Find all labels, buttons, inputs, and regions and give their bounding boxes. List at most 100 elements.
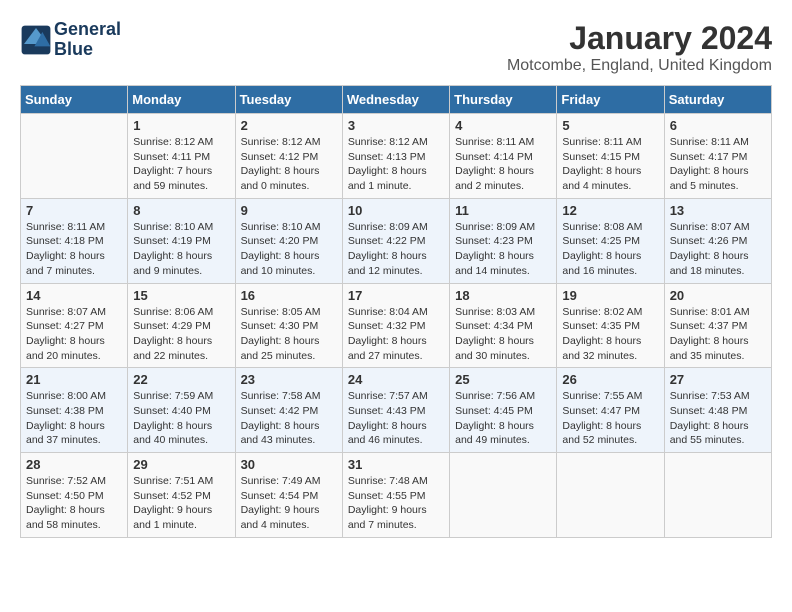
day-number: 13 — [670, 203, 766, 218]
day-info: Sunrise: 8:05 AM Sunset: 4:30 PM Dayligh… — [241, 305, 337, 364]
day-number: 31 — [348, 457, 444, 472]
calendar-cell: 21 Sunrise: 8:00 AM Sunset: 4:38 PM Dayli… — [21, 368, 128, 453]
day-info: Sunrise: 8:12 AM Sunset: 4:12 PM Dayligh… — [241, 135, 337, 194]
day-info: Sunrise: 8:11 AM Sunset: 4:17 PM Dayligh… — [670, 135, 766, 194]
calendar-cell: 3 Sunrise: 8:12 AM Sunset: 4:13 PM Daylig… — [342, 114, 449, 199]
day-number: 6 — [670, 118, 766, 133]
calendar-cell: 19Sunrise: 8:02 AM Sunset: 4:35 PM Dayli… — [557, 283, 664, 368]
calendar-cell: 31 Sunrise: 7:48 AM Sunset: 4:55 PM Dayli… — [342, 453, 449, 538]
calendar-cell: 6 Sunrise: 8:11 AM Sunset: 4:17 PM Daylig… — [664, 114, 771, 199]
day-number: 27 — [670, 372, 766, 387]
day-header-friday: Friday — [557, 86, 664, 114]
day-info: Sunrise: 8:12 AM Sunset: 4:11 PM Dayligh… — [133, 135, 229, 194]
calendar-cell: 9 Sunrise: 8:10 AM Sunset: 4:20 PM Daylig… — [235, 198, 342, 283]
day-header-sunday: Sunday — [21, 86, 128, 114]
day-info: Sunrise: 7:57 AM Sunset: 4:43 PM Dayligh… — [348, 389, 444, 448]
calendar-week-row: 28 Sunrise: 7:52 AM Sunset: 4:50 PM Dayli… — [21, 453, 772, 538]
calendar-cell — [664, 453, 771, 538]
day-number: 24 — [348, 372, 444, 387]
day-number: 7 — [26, 203, 122, 218]
day-number: 9 — [241, 203, 337, 218]
calendar-cell: 17 Sunrise: 8:04 AM Sunset: 4:32 PM Dayli… — [342, 283, 449, 368]
calendar-cell — [557, 453, 664, 538]
day-number: 5 — [562, 118, 658, 133]
calendar-table: SundayMondayTuesdayWednesdayThursdayFrid… — [20, 85, 772, 538]
calendar-cell — [21, 114, 128, 199]
calendar-week-row: 14 Sunrise: 8:07 AM Sunset: 4:27 PM Dayli… — [21, 283, 772, 368]
day-number: 17 — [348, 288, 444, 303]
day-number: 29 — [133, 457, 229, 472]
day-info: Sunrise: 8:01 AM Sunset: 4:37 PM Dayligh… — [670, 305, 766, 364]
calendar-cell: 14 Sunrise: 8:07 AM Sunset: 4:27 PM Dayli… — [21, 283, 128, 368]
location-subtitle: Motcombe, England, United Kingdom — [507, 57, 772, 75]
calendar-cell: 4Sunrise: 8:11 AM Sunset: 4:14 PM Daylig… — [450, 114, 557, 199]
day-info: Sunrise: 7:55 AM Sunset: 4:47 PM Dayligh… — [562, 389, 658, 448]
day-number: 25 — [455, 372, 551, 387]
day-info: Sunrise: 8:11 AM Sunset: 4:15 PM Dayligh… — [562, 135, 658, 194]
calendar-cell: 22Sunrise: 7:59 AM Sunset: 4:40 PM Dayli… — [128, 368, 235, 453]
day-number: 23 — [241, 372, 337, 387]
day-info: Sunrise: 8:09 AM Sunset: 4:23 PM Dayligh… — [455, 220, 551, 279]
day-info: Sunrise: 8:07 AM Sunset: 4:26 PM Dayligh… — [670, 220, 766, 279]
day-info: Sunrise: 8:12 AM Sunset: 4:13 PM Dayligh… — [348, 135, 444, 194]
page-header: General Blue January 2024 Motcombe, Engl… — [20, 20, 772, 75]
calendar-cell: 18 Sunrise: 8:03 AM Sunset: 4:34 PM Dayli… — [450, 283, 557, 368]
calendar-week-row: 7 Sunrise: 8:11 AM Sunset: 4:18 PM Daylig… — [21, 198, 772, 283]
calendar-cell: 7 Sunrise: 8:11 AM Sunset: 4:18 PM Daylig… — [21, 198, 128, 283]
calendar-cell: 28 Sunrise: 7:52 AM Sunset: 4:50 PM Dayli… — [21, 453, 128, 538]
day-number: 18 — [455, 288, 551, 303]
day-info: Sunrise: 7:48 AM Sunset: 4:55 PM Dayligh… — [348, 474, 444, 533]
day-header-wednesday: Wednesday — [342, 86, 449, 114]
day-number: 26 — [562, 372, 658, 387]
calendar-cell: 10Sunrise: 8:09 AM Sunset: 4:22 PM Dayli… — [342, 198, 449, 283]
calendar-cell: 16 Sunrise: 8:05 AM Sunset: 4:30 PM Dayli… — [235, 283, 342, 368]
calendar-cell: 12Sunrise: 8:08 AM Sunset: 4:25 PM Dayli… — [557, 198, 664, 283]
calendar-cell — [450, 453, 557, 538]
calendar-cell: 15Sunrise: 8:06 AM Sunset: 4:29 PM Dayli… — [128, 283, 235, 368]
day-info: Sunrise: 8:11 AM Sunset: 4:18 PM Dayligh… — [26, 220, 122, 279]
calendar-cell: 20 Sunrise: 8:01 AM Sunset: 4:37 PM Dayli… — [664, 283, 771, 368]
calendar-cell: 13 Sunrise: 8:07 AM Sunset: 4:26 PM Dayli… — [664, 198, 771, 283]
calendar-cell: 30Sunrise: 7:49 AM Sunset: 4:54 PM Dayli… — [235, 453, 342, 538]
day-info: Sunrise: 8:03 AM Sunset: 4:34 PM Dayligh… — [455, 305, 551, 364]
day-info: Sunrise: 7:53 AM Sunset: 4:48 PM Dayligh… — [670, 389, 766, 448]
day-number: 8 — [133, 203, 229, 218]
day-info: Sunrise: 8:00 AM Sunset: 4:38 PM Dayligh… — [26, 389, 122, 448]
day-number: 12 — [562, 203, 658, 218]
day-number: 30 — [241, 457, 337, 472]
calendar-cell: 27 Sunrise: 7:53 AM Sunset: 4:48 PM Dayli… — [664, 368, 771, 453]
day-number: 28 — [26, 457, 122, 472]
calendar-cell: 2 Sunrise: 8:12 AM Sunset: 4:12 PM Daylig… — [235, 114, 342, 199]
day-header-saturday: Saturday — [664, 86, 771, 114]
day-number: 20 — [670, 288, 766, 303]
day-number: 22 — [133, 372, 229, 387]
day-number: 3 — [348, 118, 444, 133]
day-info: Sunrise: 8:04 AM Sunset: 4:32 PM Dayligh… — [348, 305, 444, 364]
calendar-cell: 29 Sunrise: 7:51 AM Sunset: 4:52 PM Dayli… — [128, 453, 235, 538]
day-header-tuesday: Tuesday — [235, 86, 342, 114]
calendar-week-row: 21 Sunrise: 8:00 AM Sunset: 4:38 PM Dayli… — [21, 368, 772, 453]
day-number: 16 — [241, 288, 337, 303]
day-info: Sunrise: 8:07 AM Sunset: 4:27 PM Dayligh… — [26, 305, 122, 364]
day-number: 1 — [133, 118, 229, 133]
day-info: Sunrise: 8:02 AM Sunset: 4:35 PM Dayligh… — [562, 305, 658, 364]
day-info: Sunrise: 7:52 AM Sunset: 4:50 PM Dayligh… — [26, 474, 122, 533]
calendar-cell: 23Sunrise: 7:58 AM Sunset: 4:42 PM Dayli… — [235, 368, 342, 453]
calendar-cell: 1 Sunrise: 8:12 AM Sunset: 4:11 PM Daylig… — [128, 114, 235, 199]
day-number: 15 — [133, 288, 229, 303]
month-year-title: January 2024 — [507, 20, 772, 57]
logo-icon — [20, 24, 52, 56]
day-info: Sunrise: 7:51 AM Sunset: 4:52 PM Dayligh… — [133, 474, 229, 533]
day-number: 14 — [26, 288, 122, 303]
day-number: 2 — [241, 118, 337, 133]
calendar-week-row: 1 Sunrise: 8:12 AM Sunset: 4:11 PM Daylig… — [21, 114, 772, 199]
title-block: January 2024 Motcombe, England, United K… — [507, 20, 772, 75]
day-info: Sunrise: 7:56 AM Sunset: 4:45 PM Dayligh… — [455, 389, 551, 448]
day-header-thursday: Thursday — [450, 86, 557, 114]
day-number: 21 — [26, 372, 122, 387]
day-number: 10 — [348, 203, 444, 218]
day-info: Sunrise: 8:10 AM Sunset: 4:20 PM Dayligh… — [241, 220, 337, 279]
day-info: Sunrise: 8:11 AM Sunset: 4:14 PM Dayligh… — [455, 135, 551, 194]
calendar-header-row: SundayMondayTuesdayWednesdayThursdayFrid… — [21, 86, 772, 114]
logo-text: General Blue — [54, 20, 121, 60]
